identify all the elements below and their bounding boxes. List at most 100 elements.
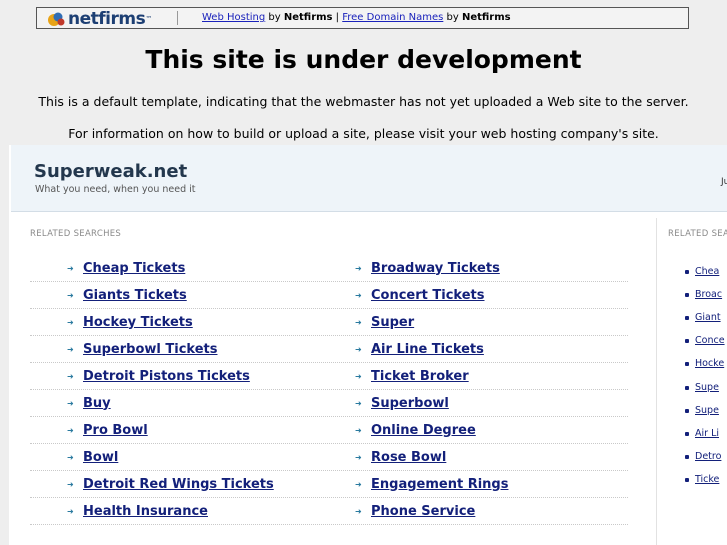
related-search-link[interactable]: Engagement Rings: [371, 477, 508, 493]
square-bullet-icon: [685, 408, 689, 413]
list-item: ➜ Buy: [30, 391, 318, 416]
banner-divider: [177, 11, 178, 25]
list-item: ➜ Phone Service: [318, 499, 628, 524]
table-row: ➜ Bowl ➜ Rose Bowl: [30, 445, 628, 471]
related-search-link[interactable]: Superbowl Tickets: [83, 342, 217, 358]
side-search-link[interactable]: Hocke: [695, 358, 724, 370]
right-arrow-icon: ➜: [355, 425, 362, 435]
side-search-link[interactable]: Air Li: [695, 428, 719, 440]
banner-brand: Netfirms: [461, 12, 511, 23]
related-search-link[interactable]: Buy: [83, 396, 111, 412]
right-arrow-icon: ➜: [67, 506, 74, 516]
related-search-link[interactable]: Online Degree: [371, 423, 476, 439]
netfirms-logo[interactable]: netfirms ™: [47, 9, 152, 29]
header-truncated-text: Ju: [721, 177, 727, 187]
related-search-link[interactable]: Detroit Red Wings Tickets: [83, 477, 274, 493]
related-search-link[interactable]: Health Insurance: [83, 504, 208, 520]
related-search-link[interactable]: Rose Bowl: [371, 450, 446, 466]
right-arrow-icon: ➜: [355, 290, 362, 300]
list-item: ➜ Giants Tickets: [30, 283, 318, 308]
right-arrow-icon: ➜: [355, 452, 362, 462]
side-search-link[interactable]: Ticke: [695, 474, 719, 486]
table-row: ➜ Superbowl Tickets ➜ Air Line Tickets: [30, 337, 628, 363]
netfirms-logo-icon: [48, 12, 65, 26]
side-related-list: Chea Broac Giant Conce Hocke Supe Supe Air Li De…: [685, 260, 725, 492]
right-arrow-icon: ➜: [67, 452, 74, 462]
list-item: ➜ Health Insurance: [30, 499, 318, 524]
related-search-link[interactable]: Superbowl: [371, 396, 449, 412]
related-search-link[interactable]: Super: [371, 315, 414, 331]
square-bullet-icon: [685, 339, 689, 344]
related-search-link[interactable]: Bowl: [83, 450, 118, 466]
banner-by-text: by: [265, 12, 284, 23]
banner-brand: Netfirms: [283, 12, 333, 23]
side-search-link[interactable]: Conce: [695, 335, 725, 347]
side-search-link[interactable]: Supe: [695, 405, 719, 417]
square-bullet-icon: [685, 292, 689, 297]
side-search-link[interactable]: Supe: [695, 382, 719, 394]
logo-text: netfirms: [68, 9, 146, 29]
right-arrow-icon: ➜: [355, 398, 362, 408]
list-item: ➜ Superbowl: [318, 391, 628, 416]
site-name[interactable]: Superweak.net: [34, 161, 187, 183]
list-item: ➜ Superbowl Tickets: [30, 337, 318, 362]
list-item: ➜ Concert Tickets: [318, 283, 628, 308]
list-item: ➜ Hockey Tickets: [30, 310, 318, 335]
list-item: ➜ Super: [318, 310, 628, 335]
table-row: ➜ Detroit Red Wings Tickets ➜ Engagement Ri…: [30, 472, 628, 498]
related-search-link[interactable]: Ticket Broker: [371, 369, 469, 385]
list-item: Supe: [685, 376, 725, 399]
related-search-link[interactable]: Cheap Tickets: [83, 261, 185, 277]
list-item: Giant: [685, 306, 725, 329]
right-arrow-icon: ➜: [355, 479, 362, 489]
right-arrow-icon: ➜: [67, 398, 74, 408]
site-tagline: What you need, when you need it: [35, 184, 196, 195]
table-row: ➜ Detroit Pistons Tickets ➜ Ticket Broker: [30, 364, 628, 390]
table-row: ➜ Giants Tickets ➜ Concert Tickets: [30, 283, 628, 309]
list-item: Broac: [685, 283, 725, 306]
list-item: Air Li: [685, 422, 725, 445]
related-search-link[interactable]: Air Line Tickets: [371, 342, 484, 358]
related-search-link[interactable]: Hockey Tickets: [83, 315, 193, 331]
square-bullet-icon: [685, 269, 689, 274]
right-arrow-icon: ➜: [67, 263, 74, 273]
square-bullet-icon: [685, 478, 689, 483]
list-item: Ticke: [685, 469, 725, 492]
right-arrow-icon: ➜: [355, 317, 362, 327]
free-domain-names-link[interactable]: Free Domain Names: [342, 12, 443, 23]
list-item: ➜ Bowl: [30, 445, 318, 470]
related-search-link[interactable]: Phone Service: [371, 504, 475, 520]
right-arrow-icon: ➜: [67, 317, 74, 327]
list-item: ➜ Broadway Tickets: [318, 256, 628, 281]
column-divider: [656, 218, 657, 545]
notice-text: For information on how to build or uploa…: [68, 126, 659, 141]
list-item: ➜ Rose Bowl: [318, 445, 628, 470]
list-item: ➜ Online Degree: [318, 418, 628, 443]
list-item: ➜ Ticket Broker: [318, 364, 628, 389]
related-searches-list: ➜ Cheap Tickets ➜ Broadway Tickets ➜ Giants T…: [30, 256, 628, 526]
list-item: ➜ Cheap Tickets: [30, 256, 318, 281]
side-search-link[interactable]: Chea: [695, 266, 719, 278]
logo-trademark: ™: [145, 15, 153, 23]
right-arrow-icon: ➜: [355, 344, 362, 354]
web-hosting-link[interactable]: Web Hosting: [202, 12, 265, 23]
table-row: ➜ Buy ➜ Superbowl: [30, 391, 628, 417]
related-search-link[interactable]: Broadway Tickets: [371, 261, 500, 277]
list-item: Detro: [685, 446, 725, 469]
related-search-link[interactable]: Giants Tickets: [83, 288, 187, 304]
square-bullet-icon: [685, 431, 689, 436]
list-item: ➜ Air Line Tickets: [318, 337, 628, 362]
banner-links: Web Hosting by Netfirms | Free Domain Na…: [202, 12, 511, 24]
related-search-link[interactable]: Detroit Pistons Tickets: [83, 369, 250, 385]
related-search-link[interactable]: Concert Tickets: [371, 288, 485, 304]
table-row: ➜ Health Insurance ➜ Phone Service: [30, 499, 628, 525]
notice-text: This is a default template, indicating t…: [38, 94, 689, 109]
related-search-link[interactable]: Pro Bowl: [83, 423, 148, 439]
parked-header: Superweak.net What you need, when you ne…: [11, 145, 727, 212]
side-search-link[interactable]: Detro: [695, 451, 721, 463]
right-arrow-icon: ➜: [67, 371, 74, 381]
side-search-link[interactable]: Giant: [695, 312, 721, 324]
list-item: Conce: [685, 330, 725, 353]
side-search-link[interactable]: Broac: [695, 289, 722, 301]
banner-by-text: by: [443, 12, 462, 23]
